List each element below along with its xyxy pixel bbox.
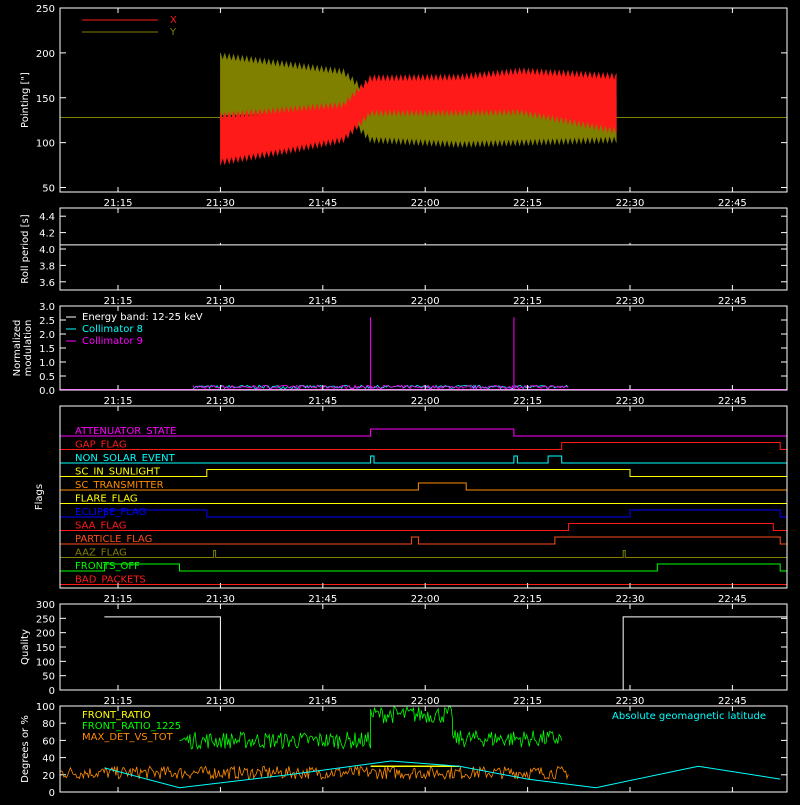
y-tick-label: 0	[49, 788, 55, 799]
legend-label-latitude: Absolute geomagnetic latitude	[612, 711, 766, 722]
legend-label-X: X	[170, 15, 177, 26]
y-tick-label: 1.0	[39, 358, 55, 369]
x-tick-label: 21:15	[104, 696, 133, 707]
y-tick-label: 3.8	[39, 261, 55, 272]
flag-label-bad_packets: BAD_PACKETS	[75, 575, 146, 586]
y-tick-label: 0.5	[39, 372, 55, 383]
x-tick-label: 22:00	[411, 696, 440, 707]
x-tick-label: 21:45	[308, 696, 337, 707]
legend-label-Y: Y	[169, 27, 177, 38]
y-tick-label: 80	[42, 719, 55, 730]
y-tick-label: 300	[36, 600, 55, 611]
y-tick-label: 4.2	[39, 229, 55, 240]
y-tick-label: 1.5	[39, 344, 55, 355]
flag-label-particle_flag: PARTICLE_FLAG	[75, 534, 152, 545]
y-tick-label: 40	[42, 754, 55, 765]
x-tick-label: 21:30	[206, 594, 235, 605]
legend-label: MAX_DET_VS_TOT	[82, 732, 174, 743]
modulation-ylabel: modulation	[23, 320, 34, 377]
y-tick-label: 250	[36, 614, 55, 625]
x-tick-label: 22:30	[616, 296, 645, 307]
x-tick-label: 22:45	[718, 594, 747, 605]
flag-label-eclipse_flag: ECLIPSE_FLAG	[75, 507, 146, 518]
flag-label-gap_flag: GAP_FLAG	[75, 440, 127, 451]
x-tick-label: 22:30	[616, 396, 645, 407]
flag-label-saa_flag: SAA_FLAG	[75, 521, 126, 532]
x-tick-label: 22:30	[616, 198, 645, 209]
roll-ylabel: Roll period [s]	[20, 214, 31, 283]
y-tick-label: 0	[49, 686, 55, 697]
x-tick-label: 22:00	[411, 396, 440, 407]
flag-label-attenuator_state: ATTENUATOR_STATE	[75, 426, 176, 437]
x-tick-label: 21:45	[308, 198, 337, 209]
quality-ylabel: Quality	[20, 629, 31, 665]
flag-label-fronts_off: FRONTS_OFF	[75, 561, 140, 572]
y-tick-label: 150	[36, 94, 55, 105]
x-tick-label: 22:15	[513, 296, 542, 307]
y-tick-label: 2.0	[39, 330, 55, 341]
pointing-ylabel: Pointing ["]	[20, 72, 31, 128]
ratios-ylabel: Degrees or %	[20, 715, 31, 783]
y-tick-label: 3.6	[39, 278, 55, 289]
y-tick-label: 50	[42, 672, 55, 683]
y-tick-label: 3.0	[39, 302, 55, 313]
y-tick-label: 20	[42, 771, 55, 782]
flags-ylabel: Flags	[34, 484, 45, 510]
flag-label-non_solar_event: NON_SOLAR_EVENT	[75, 453, 176, 464]
y-tick-label: 200	[36, 629, 55, 640]
flag-label-sc_in_sunlight: SC_IN_SUNLIGHT	[75, 467, 161, 478]
x-tick-label: 21:30	[206, 396, 235, 407]
x-tick-label: 22:30	[616, 594, 645, 605]
y-tick-label: 4.0	[39, 245, 55, 256]
y-tick-label: 50	[42, 184, 55, 195]
x-tick-label: 22:45	[718, 696, 747, 707]
y-tick-label: 200	[36, 49, 55, 60]
modulation-ylabel: Normalized	[12, 320, 23, 377]
x-tick-label: 22:30	[616, 696, 645, 707]
x-tick-label: 21:45	[308, 594, 337, 605]
x-tick-label: 21:45	[308, 296, 337, 307]
x-tick-label: 21:30	[206, 696, 235, 707]
chart-stage: 50 100 150 200 250 X Y 21:15 21:30 21:45 22:00 22:1…	[0, 0, 800, 800]
x-tick-label: 21:45	[308, 396, 337, 407]
x-tick-label: 22:45	[718, 198, 747, 209]
legend-label: FRONT_RATIO_1225	[82, 721, 181, 732]
y-tick-label: 0.0	[39, 386, 55, 397]
y-tick-label: 100	[36, 139, 55, 150]
flag-label-sc_transmitter: SC_TRANSMITTER	[75, 480, 164, 491]
y-tick-label: 4.4	[39, 212, 55, 223]
x-tick-label: 22:00	[411, 594, 440, 605]
x-tick-label: 22:15	[513, 198, 542, 209]
y-tick-label: 60	[42, 736, 55, 747]
x-tick-label: 21:30	[206, 198, 235, 209]
chart-svg: 50100150200250XY21:15 21:30 21:45 22:00 22:1…	[0, 0, 800, 800]
y-tick-label: 100	[36, 657, 55, 668]
x-tick-label: 22:45	[718, 396, 747, 407]
x-tick-label: 21:15	[104, 296, 133, 307]
legend-label: FRONT_RATIO	[82, 710, 151, 721]
flag-label-aaz_flag: AAZ_FLAG	[75, 548, 127, 559]
legend-label: Collimator 8	[82, 324, 143, 335]
legend-label: Collimator 9	[82, 336, 143, 347]
x-tick-label: 21:15	[104, 594, 133, 605]
x-tick-label: 22:45	[718, 296, 747, 307]
x-tick-label: 22:15	[513, 594, 542, 605]
legend-label: Energy band: 12-25 keV	[82, 312, 203, 323]
y-tick-label: 150	[36, 643, 55, 654]
x-tick-label: 21:15	[104, 198, 133, 209]
x-tick-label: 21:15	[104, 396, 133, 407]
x-tick-label: 21:30	[206, 296, 235, 307]
x-tick-label: 22:00	[411, 198, 440, 209]
y-tick-label: 100	[36, 702, 55, 713]
x-tick-label: 22:00	[411, 296, 440, 307]
y-tick-label: 2.5	[39, 316, 55, 327]
y-tick-label: 250	[36, 4, 55, 15]
x-tick-label: 22:15	[513, 696, 542, 707]
flag-label-flare_flag: FLARE_FLAG	[75, 494, 138, 505]
x-tick-label: 22:15	[513, 396, 542, 407]
